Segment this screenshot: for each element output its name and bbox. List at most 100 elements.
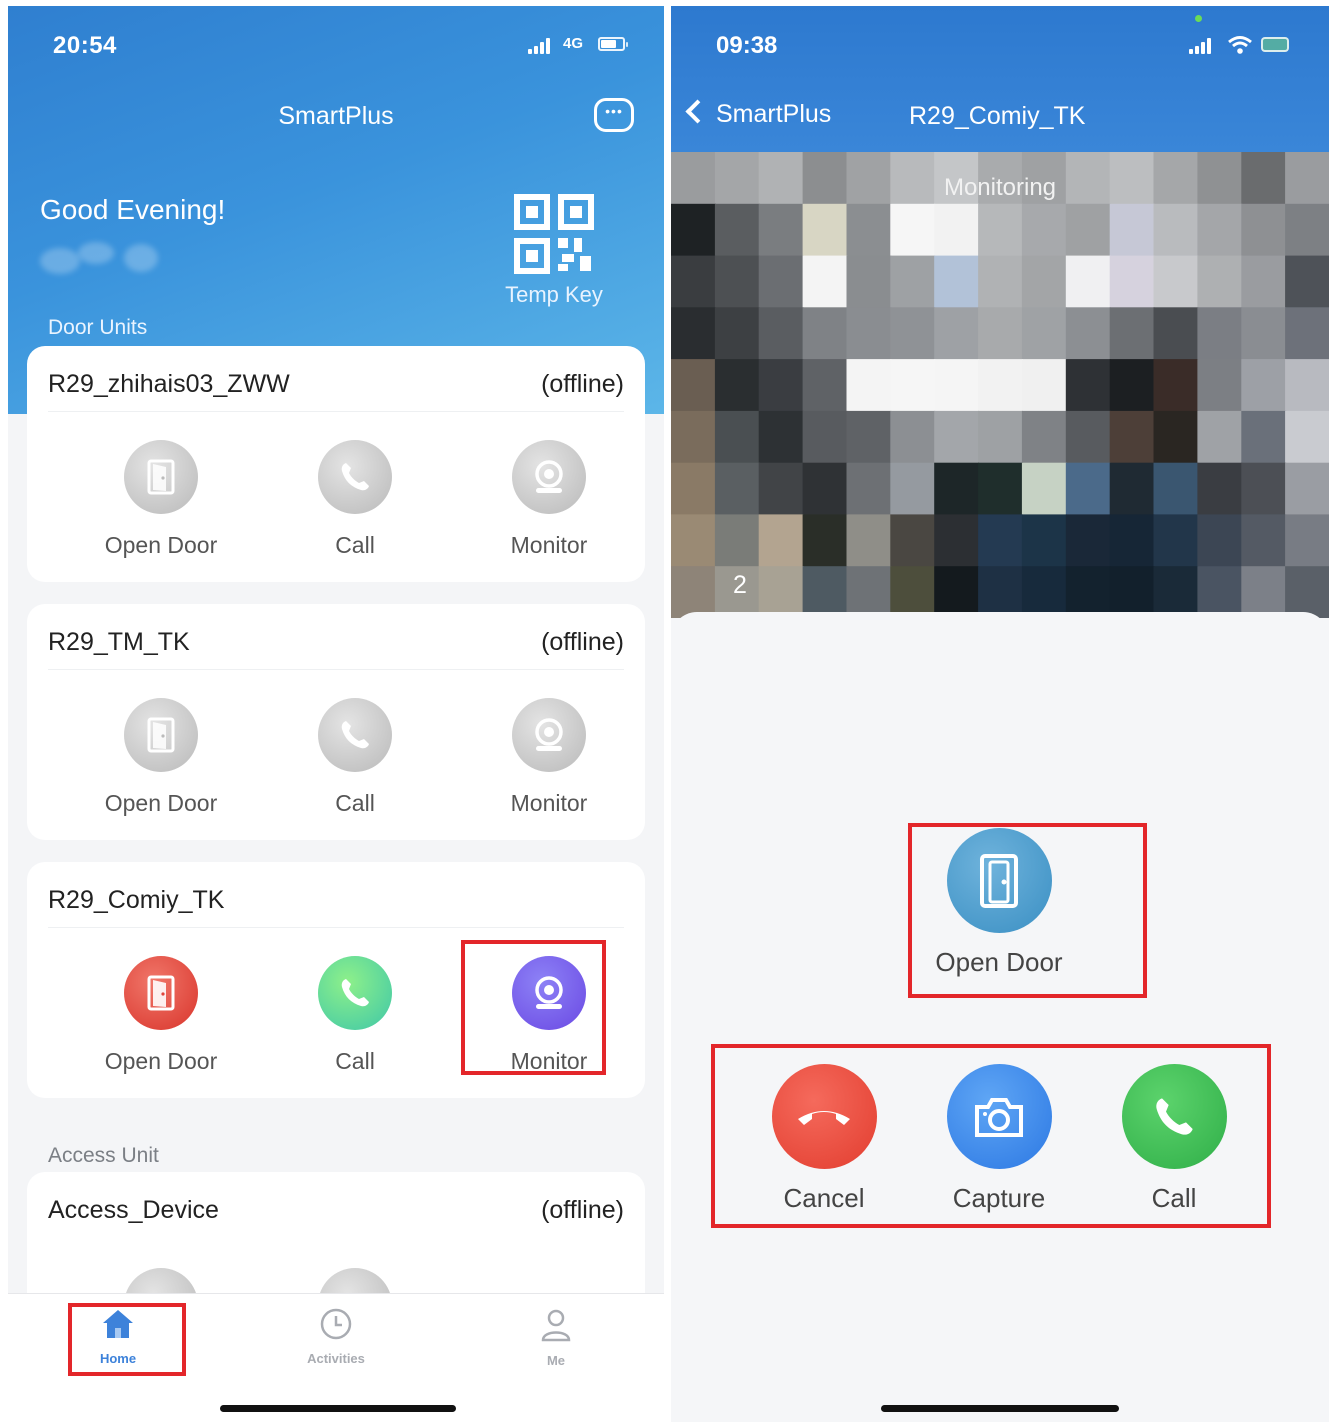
mosaic-pixel [758, 462, 804, 516]
open-door-button[interactable]: Open Door [76, 698, 246, 817]
home-screen: 20:54 4G SmartPlus Good Evening! [8, 6, 664, 1422]
mosaic-pixel [1109, 462, 1155, 516]
mosaic-pixel [1065, 566, 1111, 618]
access-unit-heading: Access Unit [48, 1144, 159, 1167]
chat-bubble-icon[interactable] [594, 98, 634, 132]
call-label: Call [335, 790, 375, 816]
monitor-button[interactable]: Monitor [464, 440, 634, 559]
mosaic-pixel [1197, 410, 1243, 464]
mosaic-pixel [978, 307, 1023, 361]
tab-me[interactable]: Me [496, 1308, 616, 1368]
phone-icon [318, 956, 392, 1030]
battery-charging-icon [1261, 37, 1289, 52]
mosaic-pixel [1241, 514, 1287, 568]
phone-icon [318, 698, 392, 772]
mosaic-pixel [846, 203, 892, 257]
person-icon [541, 1309, 571, 1342]
mosaic-pixel [714, 203, 760, 257]
mosaic-pixel [1065, 410, 1111, 464]
monitor-button[interactable]: Monitor [464, 698, 634, 817]
call-button[interactable]: Call [270, 956, 440, 1075]
monitor-label: Monitor [510, 790, 588, 816]
monitoring-label: Monitoring [943, 174, 1057, 201]
mosaic-pixel [978, 514, 1023, 568]
mosaic-pixel [1285, 410, 1329, 464]
mosaic-pixel [1241, 255, 1287, 309]
mosaic-pixel [1153, 255, 1199, 309]
mosaic-pixel [714, 307, 760, 361]
mosaic-pixel [1153, 359, 1199, 412]
mosaic-pixel [846, 462, 892, 516]
device-name: R29_Comiy_TK [48, 886, 225, 914]
mosaic-pixel [714, 255, 760, 309]
mosaic-pixel [802, 359, 848, 412]
mosaic-pixel [1109, 566, 1155, 618]
mosaic-pixel [890, 255, 936, 309]
mosaic-pixel [978, 203, 1023, 257]
mosaic-pixel [1285, 462, 1329, 516]
mosaic-pixel [1065, 255, 1111, 309]
camera-icon [512, 698, 586, 772]
mosaic-pixel [934, 359, 980, 412]
mosaic-pixel [1241, 410, 1287, 464]
mosaic-pixel [1021, 203, 1067, 257]
mosaic-pixel [890, 307, 936, 361]
device-status: (offline) [541, 1196, 624, 1224]
mosaic-pixel [1109, 255, 1155, 309]
temp-key-button[interactable]: Temp Key [498, 194, 610, 308]
device-name: R29_zhihais03_ZWW [48, 370, 290, 398]
open-door-highlight-box [908, 823, 1147, 998]
mosaic-pixel [671, 462, 716, 516]
mosaic-pixel [1241, 462, 1287, 516]
mosaic-pixel [1197, 307, 1243, 361]
mosaic-pixel [934, 462, 980, 516]
mosaic-pixel [1021, 410, 1067, 464]
mosaic-pixel [890, 566, 936, 618]
monitor-label: Monitor [510, 532, 588, 558]
mosaic-pixel [758, 255, 804, 309]
home-indicator[interactable] [881, 1405, 1119, 1412]
mosaic-pixel [1153, 410, 1199, 464]
mosaic-pixel [1153, 514, 1199, 568]
home-indicator[interactable] [220, 1405, 456, 1412]
device-status: (offline) [541, 628, 624, 656]
mosaic-pixel [714, 410, 760, 464]
tab-activities[interactable]: Activities [276, 1308, 396, 1366]
mosaic-pixel [671, 203, 716, 257]
mosaic-pixel [714, 462, 760, 516]
open-door-button[interactable]: Open Door [76, 956, 246, 1075]
mosaic-pixel [890, 462, 936, 516]
home-tab-highlight-box [68, 1303, 186, 1376]
mosaic-pixel [1285, 566, 1329, 618]
video-feed[interactable] [671, 152, 1329, 618]
back-button[interactable]: SmartPlus [685, 99, 831, 129]
open-door-button[interactable]: Open Door [76, 440, 246, 559]
mosaic-pixel [1241, 203, 1287, 257]
mosaic-pixel [846, 307, 892, 361]
monitor-highlight-box [461, 940, 606, 1075]
open-door-label: Open Door [104, 1048, 218, 1074]
signal-icon [1189, 38, 1211, 54]
mosaic-pixel [1285, 203, 1329, 257]
qr-code-icon [514, 194, 594, 274]
privacy-dot [1195, 15, 1202, 22]
card-header: R29_Comiy_TK [48, 862, 624, 928]
phone-icon [318, 440, 392, 514]
mosaic-pixel [671, 307, 716, 361]
device-title: R29_Comiy_TK [909, 102, 1086, 130]
mosaic-pixel [1021, 566, 1067, 618]
mosaic-pixel [802, 410, 848, 464]
mosaic-pixel [978, 359, 1023, 412]
mosaic-pixel [714, 514, 760, 568]
monitor-header: 09:38 SmartPlus R29_Comiy_TK [671, 6, 1329, 152]
mosaic-pixel [978, 566, 1023, 618]
mosaic-pixel [1109, 307, 1155, 361]
call-button[interactable]: Call [270, 440, 440, 559]
device-status: (offline) [541, 370, 624, 398]
mosaic-pixel [1285, 514, 1329, 568]
mosaic-pixel [890, 410, 936, 464]
mosaic-pixel [1153, 566, 1199, 618]
call-label: Call [335, 1048, 375, 1074]
call-button[interactable]: Call [270, 698, 440, 817]
mosaic-pixel [1065, 359, 1111, 412]
